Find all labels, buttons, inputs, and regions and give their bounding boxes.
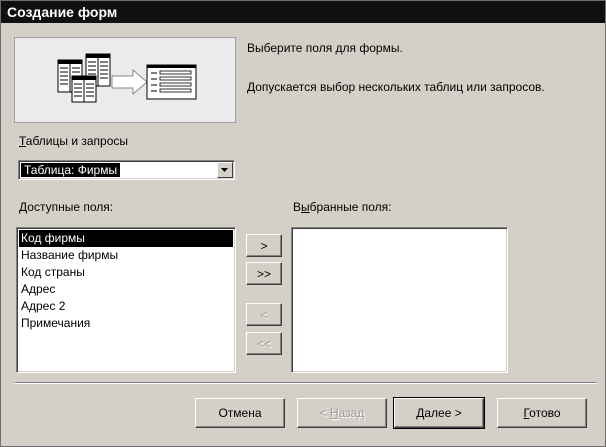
button-text: отово: [529, 405, 561, 420]
list-item[interactable]: Примечания: [19, 315, 90, 332]
selected-fields-list[interactable]: [291, 227, 508, 373]
label-text: В: [293, 200, 302, 214]
list-item[interactable]: Адрес 2: [19, 298, 65, 315]
button-text: азад: [338, 405, 365, 420]
cancel-button[interactable]: Отмена: [195, 398, 285, 428]
back-button[interactable]: < Назад: [297, 398, 387, 428]
combo-selected-value: Таблица: Фирмы: [21, 163, 121, 177]
list-item[interactable]: Код страны: [19, 264, 85, 281]
tables-to-form-illustration-icon: [57, 53, 197, 103]
add-field-button[interactable]: >: [246, 234, 282, 257]
list-item[interactable]: Адрес: [19, 281, 55, 298]
label-text: аблицы и запросы: [25, 134, 129, 148]
add-all-fields-button[interactable]: >>: [246, 262, 282, 285]
list-item[interactable]: Код фирмы: [19, 230, 233, 247]
selected-fields-label: Выбранные поля:: [293, 200, 392, 214]
description-line-1: Выберите поля для формы.: [247, 41, 403, 55]
available-fields-label: Доступные поля:: [19, 200, 113, 214]
label-text: оступные поля:: [27, 200, 114, 214]
accelerator-key: Н: [329, 405, 339, 420]
wizard-illustration: [14, 37, 236, 123]
available-fields-list[interactable]: Код фирмы Название фирмы Код страны Адре…: [16, 227, 236, 373]
separator: [15, 382, 597, 384]
description-line-2: Допускается выбор нескольких таблиц или …: [247, 80, 545, 94]
chevron-down-icon: [221, 168, 228, 172]
arrow-right-icon: [111, 68, 148, 96]
combo-dropdown-button[interactable]: [217, 162, 233, 178]
form-icon: [146, 64, 197, 100]
button-text: <: [319, 405, 330, 420]
finish-button[interactable]: Готово: [497, 398, 587, 428]
tables-queries-label: Таблицы и запросы: [19, 134, 128, 148]
remove-field-button[interactable]: <: [246, 303, 282, 326]
list-item[interactable]: Название фирмы: [19, 247, 118, 264]
accelerator-key: ы: [301, 200, 310, 214]
button-text: алее >: [424, 405, 462, 420]
label-text: бранные поля:: [309, 200, 392, 214]
remove-all-fields-button[interactable]: <<: [246, 332, 282, 355]
next-button[interactable]: Далее >: [393, 397, 485, 429]
accelerator-key: Т: [19, 134, 26, 148]
table-icon: [71, 75, 97, 103]
tables-queries-combobox[interactable]: Таблица: Фирмы: [18, 160, 235, 180]
form-wizard-dialog: Создание форм Выберите поля для формы. Д…: [0, 0, 606, 447]
window-title: Создание форм: [1, 1, 605, 23]
